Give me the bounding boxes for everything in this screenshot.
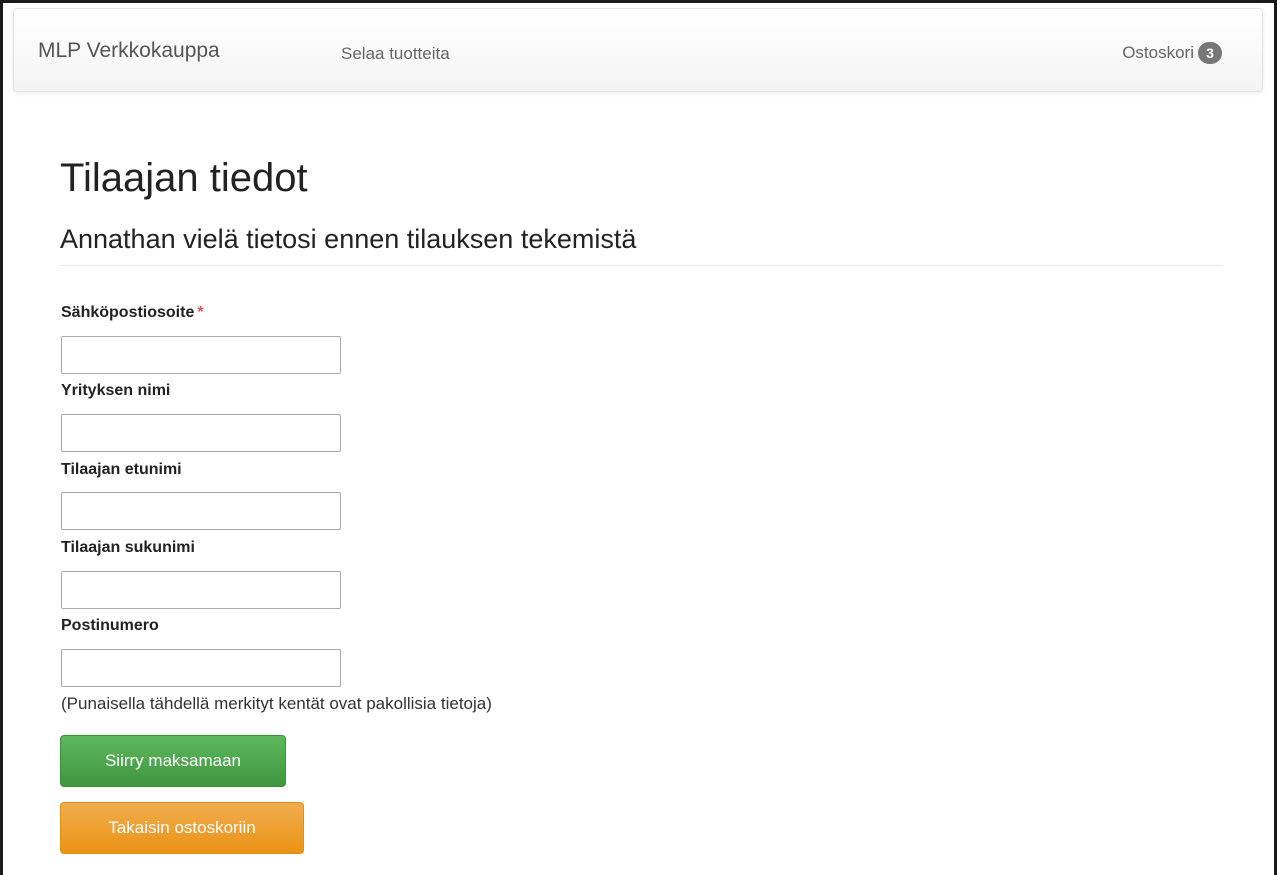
cart-link[interactable]: Ostoskori 3 bbox=[1122, 42, 1222, 64]
required-marker: * bbox=[197, 304, 204, 321]
proceed-to-payment-button[interactable]: Siirry maksamaan bbox=[60, 735, 286, 787]
last-name-label: Tilaajan sukunimi bbox=[61, 539, 195, 556]
browse-products-link[interactable]: Selaa tuotteita bbox=[341, 44, 450, 64]
back-to-cart-button[interactable]: Takaisin ostoskoriin bbox=[60, 802, 304, 854]
last-name-field[interactable] bbox=[61, 571, 341, 609]
first-name-field[interactable] bbox=[61, 492, 341, 530]
cart-count-badge: 3 bbox=[1198, 42, 1222, 64]
postal-code-label: Postinumero bbox=[61, 617, 159, 634]
page-subtitle: Annathan vielä tietosi ennen tilauksen t… bbox=[60, 224, 637, 254]
company-name-field[interactable] bbox=[61, 414, 341, 452]
top-navbar: MLP Verkkokauppa Selaa tuotteita Ostosko… bbox=[13, 8, 1263, 92]
header-divider bbox=[60, 265, 1223, 266]
postal-code-field[interactable] bbox=[61, 649, 341, 687]
email-field[interactable] bbox=[61, 336, 341, 374]
cart-label: Ostoskori bbox=[1122, 43, 1194, 62]
brand-link[interactable]: MLP Verkkokauppa bbox=[38, 39, 220, 63]
required-fields-note: (Punaisella tähdellä merkityt kentät ova… bbox=[61, 694, 492, 713]
first-name-label: Tilaajan etunimi bbox=[61, 461, 182, 478]
page-title: Tilaajan tiedot bbox=[60, 156, 308, 200]
email-label-text: Sähköpostiosoite bbox=[61, 304, 195, 321]
email-label: Sähköpostiosoite * bbox=[61, 304, 204, 322]
company-name-label: Yrityksen nimi bbox=[61, 382, 171, 399]
